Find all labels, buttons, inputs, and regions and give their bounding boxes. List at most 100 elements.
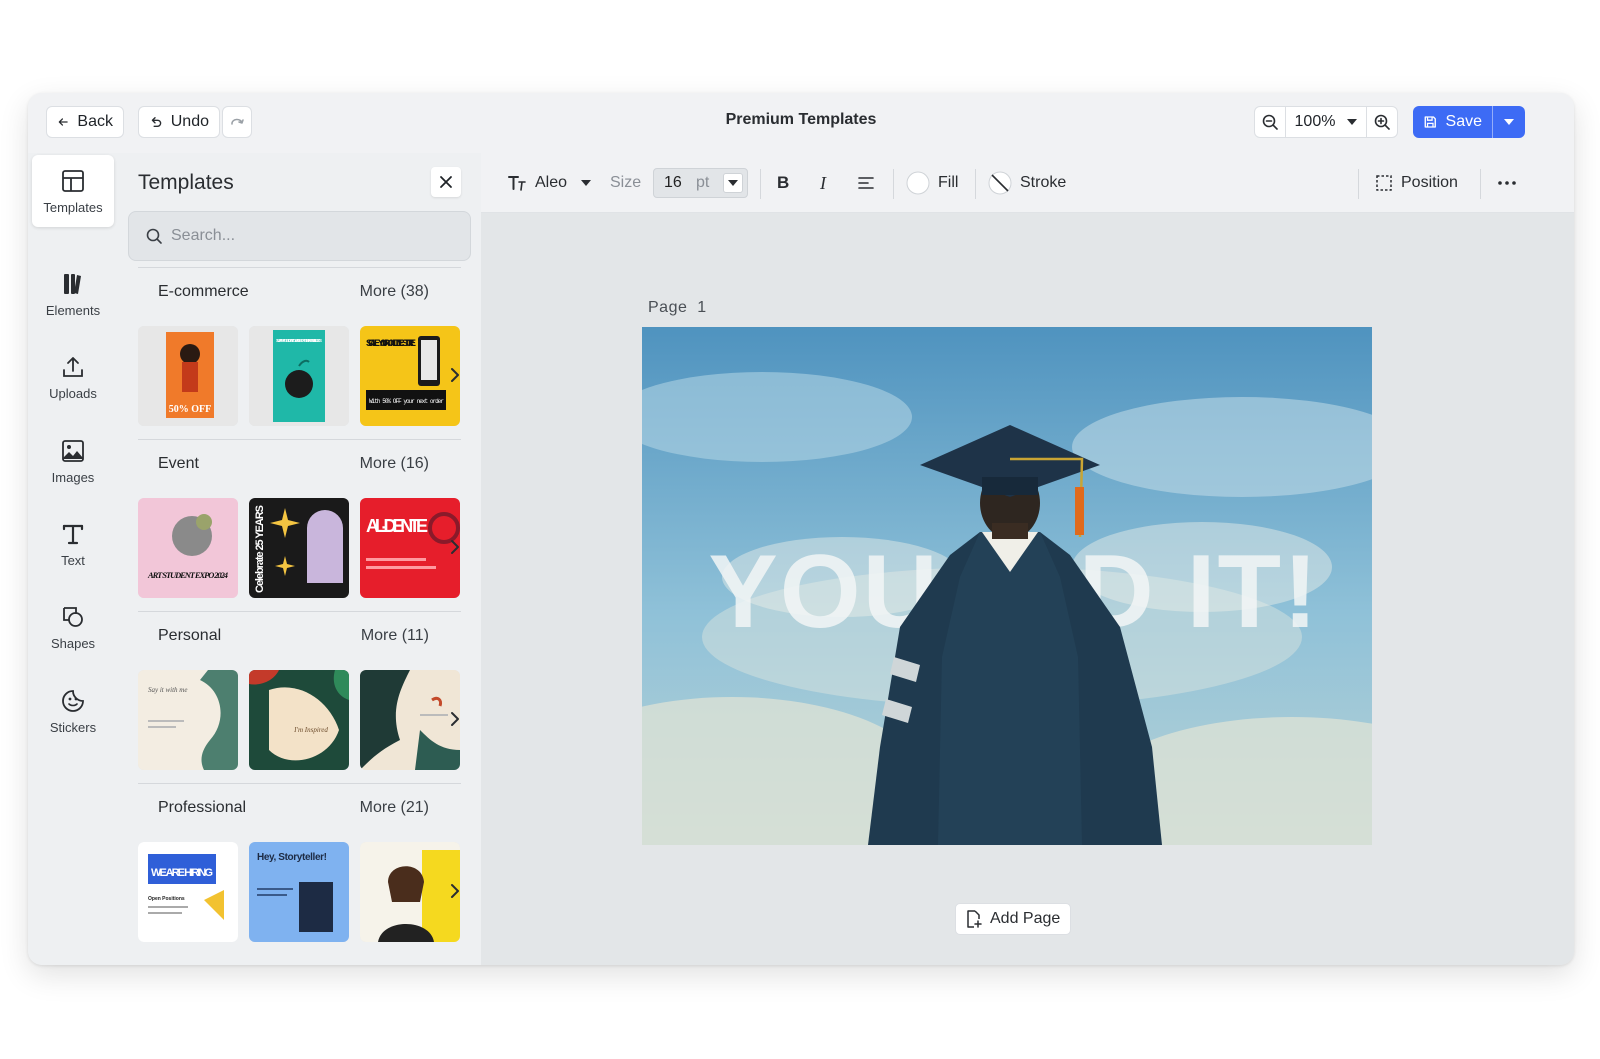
thumb-text: ART STUDENT EXPO 2024: [147, 570, 228, 580]
search-box: [128, 211, 471, 261]
template-thumb[interactable]: [360, 842, 460, 942]
redo-icon: [231, 118, 244, 125]
arrow-left-icon: [58, 118, 68, 126]
back-button[interactable]: Back: [46, 106, 124, 138]
design-page[interactable]: YOU DID IT!: [642, 327, 1372, 845]
templates-icon: [62, 169, 84, 192]
text-icon: [62, 524, 84, 544]
section-name: Event: [158, 455, 199, 472]
save-button[interactable]: Save: [1413, 106, 1493, 138]
close-icon: [440, 176, 452, 188]
close-panel-button[interactable]: [431, 167, 461, 197]
rail-item-stickers[interactable]: Stickers: [32, 675, 114, 747]
section-more-link[interactable]: More (11): [361, 627, 429, 645]
size-label: Size: [610, 174, 642, 191]
chevron-right-icon[interactable]: [450, 711, 460, 727]
search-input[interactable]: [171, 227, 451, 245]
save-button-group: Save: [1413, 106, 1525, 138]
redo-button[interactable]: [222, 106, 252, 138]
size-input[interactable]: [654, 174, 694, 192]
zoom-out-icon: [1262, 114, 1278, 130]
rail-item-elements[interactable]: Elements: [32, 258, 114, 330]
bold-button[interactable]: B: [777, 153, 789, 213]
section-name: Professional: [158, 799, 247, 816]
toolbar-divider: [893, 169, 894, 199]
position-label: Position: [1401, 174, 1458, 191]
template-thumb[interactable]: WE ARE HIRING Open Positions: [138, 842, 238, 942]
thumb-text: SCALE YOUR ONLINE STORE: [366, 339, 416, 350]
rail-item-templates[interactable]: Templates: [32, 155, 114, 227]
chevron-right-icon[interactable]: [450, 539, 460, 555]
caret-down-icon: [728, 180, 738, 186]
rail-label: Text: [61, 552, 85, 568]
toolbar-divider: [760, 169, 761, 199]
thumb-row: 50% OFF SUPERFOODS AT YOUR DOORSTEP IN T…: [138, 326, 461, 426]
add-page-button[interactable]: Add Page: [955, 903, 1072, 935]
undo-icon: [151, 117, 162, 127]
zoom-out-button[interactable]: [1254, 106, 1286, 138]
page-label: Page 1: [648, 299, 707, 316]
fill-button[interactable]: Fill: [906, 153, 958, 213]
chevron-right-icon[interactable]: [450, 367, 460, 383]
thumb-text: Celebrate 25 YEARS: [254, 505, 266, 593]
template-thumb[interactable]: SUPERFOODS AT YOUR DOORSTEP IN TEN MINUT…: [249, 326, 349, 426]
thumb-text: I'm Inspired: [293, 726, 328, 734]
template-thumb[interactable]: 50% OFF: [138, 326, 238, 426]
rail-item-text[interactable]: Text: [32, 508, 114, 580]
left-rail: Templates Elements Uploads Images Text S…: [28, 153, 118, 965]
zoom-level-select[interactable]: 100%: [1286, 106, 1366, 138]
thumb-row: Say it with me I'm Inspired: [138, 670, 461, 770]
undo-label: Undo: [170, 113, 209, 130]
save-options-button[interactable]: [1493, 106, 1525, 138]
font-icon: [508, 176, 526, 191]
caret-down-icon: [1347, 119, 1358, 125]
template-preview: Celebrate 25 YEARS: [249, 498, 349, 598]
zoom-in-button[interactable]: [1366, 106, 1398, 138]
canvas-area: Page 1 YOU DID IT!: [481, 213, 1574, 965]
rail-item-uploads[interactable]: Uploads: [32, 341, 114, 413]
rail-item-shapes[interactable]: Shapes: [32, 591, 114, 663]
chevron-right-icon[interactable]: [450, 883, 460, 899]
toolbar-divider: [975, 169, 976, 199]
template-thumb[interactable]: [360, 670, 460, 770]
section-divider: [138, 611, 461, 612]
template-thumb[interactable]: Celebrate 25 YEARS: [249, 498, 349, 598]
undo-button[interactable]: Undo: [138, 106, 220, 138]
template-thumb[interactable]: SCALE YOUR ONLINE STORE With 50% OFF you…: [360, 326, 460, 426]
section-more-link[interactable]: More (16): [360, 455, 429, 473]
rail-item-images[interactable]: Images: [32, 425, 114, 497]
caret-down-icon: [581, 180, 592, 186]
add-page-label: Add Page: [990, 910, 1061, 927]
fill-label: Fill: [938, 174, 959, 191]
page-artwork: YOU DID IT!: [642, 327, 1372, 845]
position-icon: [1376, 175, 1392, 191]
size-field: pt: [653, 168, 748, 198]
align-button[interactable]: [858, 153, 874, 213]
font-select[interactable]: Aleo: [507, 153, 592, 213]
template-thumb[interactable]: AL-DENTE: [360, 498, 460, 598]
template-thumb[interactable]: Say it with me: [138, 670, 238, 770]
section-more-link[interactable]: More (21): [360, 799, 429, 817]
title-bar: Back Undo Premium Templates 100% Save: [28, 93, 1574, 153]
align-left-icon: [858, 177, 874, 189]
thumb-row: ART STUDENT EXPO 2024 Celebrate 25 YEARS: [138, 498, 461, 598]
italic-button[interactable]: I: [820, 153, 826, 213]
template-preview: SUPERFOODS AT YOUR DOORSTEP IN TEN MINUT…: [249, 326, 349, 426]
fill-swatch-icon: [906, 171, 930, 195]
app-window: Back Undo Premium Templates 100% Save Te…: [28, 93, 1574, 965]
template-preview: 50% OFF: [138, 326, 238, 426]
position-button[interactable]: Position: [1375, 153, 1458, 213]
zoom-controls: 100%: [1254, 106, 1398, 138]
toolbar-divider: [1358, 169, 1359, 199]
template-thumb[interactable]: Hey, Storyteller!: [249, 842, 349, 942]
size-dropdown-button[interactable]: [723, 173, 743, 193]
template-preview: Say it with me: [138, 670, 238, 770]
template-thumb[interactable]: I'm Inspired: [249, 670, 349, 770]
more-options-button[interactable]: [1497, 153, 1517, 213]
section-name: E-commerce: [158, 283, 249, 300]
section-divider: [138, 267, 461, 268]
stroke-button[interactable]: Stroke: [988, 153, 1066, 213]
section-more-link[interactable]: More (38): [360, 283, 429, 301]
template-thumb[interactable]: ART STUDENT EXPO 2024: [138, 498, 238, 598]
thumb-subtext: Open Positions: [148, 896, 185, 902]
